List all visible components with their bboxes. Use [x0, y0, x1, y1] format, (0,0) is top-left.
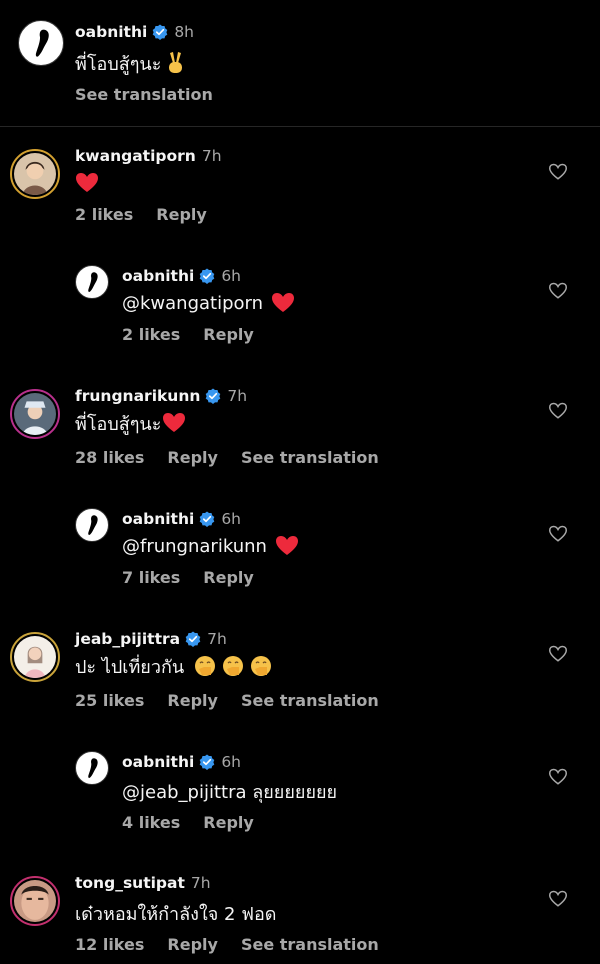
verified-badge-icon	[199, 268, 215, 284]
like-heart-icon[interactable]	[549, 402, 567, 420]
like-heart-icon[interactable]	[549, 525, 567, 543]
like-heart-icon[interactable]	[549, 163, 567, 181]
avatar[interactable]	[75, 508, 109, 542]
likes-count[interactable]: 7 likes	[122, 568, 180, 587]
comment-item: jeab_pijittra 7h ปะ ไปเที่ยวกัน 25 likes…	[0, 628, 600, 738]
see-translation-link[interactable]: See translation	[241, 448, 379, 467]
username[interactable]: oabnithi	[122, 753, 194, 771]
likes-count[interactable]: 2 likes	[122, 325, 180, 344]
username[interactable]: kwangatiporn	[75, 147, 196, 165]
comment-item: frungnarikunn 7h พี่โอบสู้ๆนะ 28 likes R…	[0, 385, 600, 495]
red-heart-emoji-icon	[162, 412, 186, 434]
comment-text: @frungnarikunn	[122, 533, 299, 559]
reply-button[interactable]: Reply	[156, 205, 207, 224]
reply-button[interactable]: Reply	[167, 448, 218, 467]
username[interactable]: oabnithi	[75, 23, 147, 41]
reply-item: oabnithi 6h @frungnarikunn 7 likes Reply	[0, 508, 600, 618]
verified-badge-icon	[185, 631, 201, 647]
verified-badge-icon	[152, 24, 168, 40]
like-heart-icon[interactable]	[549, 768, 567, 786]
comment-text: พี่โอบสู้ๆนะ	[75, 50, 187, 76]
likes-count[interactable]: 28 likes	[75, 448, 144, 467]
timestamp: 7h	[227, 387, 248, 405]
likes-count[interactable]: 2 likes	[75, 205, 133, 224]
like-heart-icon[interactable]	[549, 645, 567, 663]
avatar[interactable]	[10, 149, 60, 199]
avatar[interactable]	[10, 389, 60, 439]
avatar[interactable]	[75, 265, 109, 299]
mention-link[interactable]: @frungnarikunn	[122, 536, 267, 557]
reply-button[interactable]: Reply	[203, 325, 254, 344]
red-heart-emoji-icon	[275, 535, 299, 557]
likes-count[interactable]: 12 likes	[75, 935, 144, 954]
timestamp: 7h	[190, 874, 211, 892]
reply-button[interactable]: Reply	[203, 813, 254, 832]
comment-text: @kwangatiporn	[122, 290, 295, 316]
like-heart-icon[interactable]	[549, 282, 567, 300]
reply-item: oabnithi 6h @jeab_pijittra ลุยยยยยยย 4 l…	[0, 751, 600, 861]
reply-button[interactable]: Reply	[167, 935, 218, 954]
see-translation-link[interactable]: See translation	[241, 691, 379, 710]
username[interactable]: jeab_pijittra	[75, 630, 180, 648]
username[interactable]: oabnithi	[122, 267, 194, 285]
username[interactable]: tong_sutipat	[75, 874, 185, 892]
comment-text: @jeab_pijittra ลุยยยยยยย	[122, 781, 338, 803]
timestamp: 6h	[221, 267, 241, 285]
comment-text	[75, 170, 99, 196]
timestamp: 7h	[201, 147, 222, 165]
avatar[interactable]	[10, 632, 60, 682]
reply-button[interactable]: Reply	[203, 568, 254, 587]
comment-text: พี่โอบสู้ๆนะ	[75, 410, 186, 436]
username[interactable]: oabnithi	[122, 510, 194, 528]
red-heart-emoji-icon	[75, 172, 99, 194]
verified-badge-icon	[205, 388, 221, 404]
timestamp: 6h	[221, 753, 241, 771]
username[interactable]: frungnarikunn	[75, 387, 200, 405]
like-heart-icon[interactable]	[549, 890, 567, 908]
red-heart-emoji-icon	[271, 292, 295, 314]
divider	[0, 126, 600, 127]
see-translation-link[interactable]: See translation	[241, 935, 379, 954]
victory-hand-emoji-icon	[165, 51, 187, 75]
timestamp: 6h	[221, 510, 241, 528]
comment-text: ปะ ไปเที่ยวกัน	[75, 653, 272, 679]
avatar[interactable]	[75, 751, 109, 785]
verified-badge-icon	[199, 754, 215, 770]
comment-text: เด๋วหอมให้กำลังใจ 2 ฟอด	[75, 903, 277, 925]
likes-count[interactable]: 4 likes	[122, 813, 180, 832]
verified-badge-icon	[199, 511, 215, 527]
reply-item: oabnithi 6h @kwangatiporn 2 likes Reply	[0, 265, 600, 375]
comment-item: kwangatiporn 7h 2 likes Reply	[0, 145, 600, 255]
timestamp: 8h	[174, 23, 194, 41]
mention-link[interactable]: @kwangatiporn	[122, 293, 263, 314]
avatar[interactable]	[10, 876, 60, 926]
likes-count[interactable]: 25 likes	[75, 691, 144, 710]
see-translation-link[interactable]: See translation	[75, 85, 213, 104]
avatar[interactable]	[18, 20, 64, 66]
timestamp: 7h	[207, 630, 227, 648]
comment-item: tong_sutipat 7h เด๋วหอมให้กำลังใจ 2 ฟอด …	[0, 872, 600, 964]
reply-button[interactable]: Reply	[167, 691, 218, 710]
post-caption: oabnithi 8h พี่โอบสู้ๆนะ See translation	[0, 0, 600, 126]
hand-over-mouth-emoji-icon	[194, 654, 272, 678]
